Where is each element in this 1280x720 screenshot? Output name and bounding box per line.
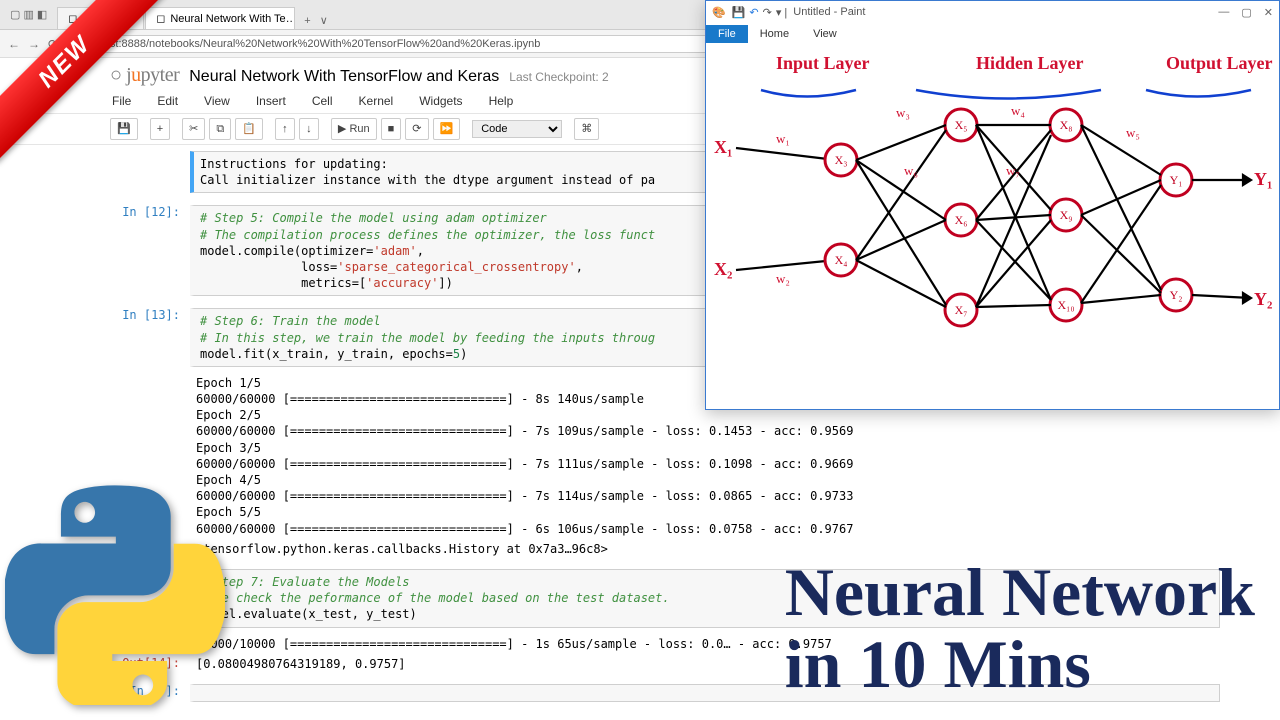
jupyter-logo: ○ jupyter: [110, 64, 179, 87]
menu-kernel[interactable]: Kernel: [357, 92, 396, 110]
fast-forward-icon[interactable]: ⏩: [433, 118, 461, 140]
save-icon[interactable]: 💾: [110, 118, 138, 140]
refresh-icon[interactable]: ⟳: [48, 37, 58, 51]
nn-diagram: .hand{font-family:'Comic Sans MS',cursiv…: [706, 45, 1279, 393]
checkpoint-label: Last Checkpoint: 2: [509, 70, 608, 84]
svg-text:X₄: X₄: [835, 253, 848, 267]
cut-icon[interactable]: ✂: [182, 118, 205, 140]
maximize-icon[interactable]: ▢: [1241, 6, 1251, 19]
svg-text:Input Layer: Input Layer: [776, 53, 870, 73]
svg-text:w₃: w₃: [896, 105, 910, 120]
cell-type-select[interactable]: Code: [472, 120, 562, 138]
close-icon[interactable]: ✕: [1264, 6, 1273, 19]
paste-icon[interactable]: 📋: [235, 118, 263, 140]
stop-icon[interactable]: ■: [381, 118, 402, 140]
forward-icon[interactable]: →: [28, 37, 40, 51]
svg-text:w₄: w₄: [1011, 103, 1025, 118]
run-button[interactable]: ▶ Run: [331, 118, 377, 140]
restart-icon[interactable]: ⟳: [405, 118, 428, 140]
move-up-icon[interactable]: ↑: [275, 118, 295, 140]
minimize-icon[interactable]: —: [1218, 6, 1229, 19]
browser-tab-notebook[interactable]: ◻ Neural Network With Te… ✕: [145, 7, 295, 29]
svg-text:X₉: X₉: [1060, 208, 1073, 222]
menu-view[interactable]: View: [202, 92, 232, 110]
command-palette-icon[interactable]: ⌘: [574, 118, 599, 140]
svg-text:Output Layer: Output Layer: [1166, 53, 1273, 73]
move-down-icon[interactable]: ↓: [299, 118, 319, 140]
copy-icon[interactable]: ⧉: [209, 118, 231, 140]
svg-text:Y₂: Y₂: [1170, 288, 1183, 302]
tab-view[interactable]: View: [801, 25, 849, 43]
menu-widgets[interactable]: Widgets: [417, 92, 464, 110]
menu-help[interactable]: Help: [487, 92, 516, 110]
tab-home[interactable]: Home: [748, 25, 801, 43]
paint-titlebar[interactable]: 🎨 💾 ↶ ↷ ▾ | Untitled - Paint — ▢ ✕: [706, 1, 1279, 23]
window-sys-icons: ▢ ▥ ◧: [0, 8, 57, 21]
new-tab-button[interactable]: + ∨: [296, 12, 336, 29]
menu-insert[interactable]: Insert: [254, 92, 288, 110]
svg-text:X₈: X₈: [1060, 118, 1073, 132]
video-title-overlay: Neural Network in 10 Mins: [785, 557, 1255, 700]
svg-text:Y₁: Y₁: [1170, 173, 1183, 187]
paint-ribbon: File Home View: [706, 23, 1279, 45]
svg-text:X₆: X₆: [955, 213, 968, 227]
paint-window: 🎨 💾 ↶ ↷ ▾ | Untitled - Paint — ▢ ✕ File …: [705, 0, 1280, 410]
svg-text:X₃: X₃: [835, 153, 848, 167]
svg-text:X₁: X₁: [714, 137, 732, 157]
python-logo-icon: [5, 485, 225, 710]
svg-text:w₆: w₆: [904, 163, 918, 178]
prompt-in-13: In [13]:: [0, 308, 190, 367]
paint-canvas[interactable]: .hand{font-family:'Comic Sans MS',cursiv…: [706, 45, 1279, 393]
notebook-title[interactable]: Neural Network With TensorFlow and Keras: [189, 68, 499, 86]
menu-cell[interactable]: Cell: [310, 92, 335, 110]
svg-text:X₂: X₂: [714, 259, 732, 279]
svg-text:X₅: X₅: [955, 118, 968, 132]
qa-undo-icon[interactable]: ↶: [749, 6, 758, 19]
prompt-in-12: In [12]:: [0, 205, 190, 296]
svg-text:Y₁: Y₁: [1254, 169, 1272, 189]
menu-file[interactable]: File: [110, 92, 133, 110]
back-icon[interactable]: ←: [8, 37, 20, 51]
qa-save-icon[interactable]: 💾: [732, 6, 746, 19]
svg-text:X₁₀: X₁₀: [1057, 298, 1074, 312]
add-cell-icon[interactable]: +: [150, 118, 170, 140]
svg-text:Y₂: Y₂: [1254, 289, 1272, 309]
svg-text:X₇: X₇: [955, 303, 968, 317]
menu-edit[interactable]: Edit: [155, 92, 180, 110]
svg-text:w₅: w₅: [1126, 125, 1140, 140]
qa-redo-icon[interactable]: ↷: [763, 6, 772, 19]
tab-file[interactable]: File: [706, 25, 748, 43]
svg-text:w₇: w₇: [1006, 163, 1020, 178]
paint-title-text: Untitled - Paint: [793, 6, 865, 18]
paint-app-icon: 🎨: [712, 6, 726, 19]
browser-tab-home[interactable]: ◻ Home P…: [57, 7, 144, 29]
svg-text:Hidden Layer: Hidden Layer: [976, 53, 1084, 73]
svg-text:w₂: w₂: [776, 271, 790, 286]
svg-text:w₁: w₁: [776, 131, 790, 146]
